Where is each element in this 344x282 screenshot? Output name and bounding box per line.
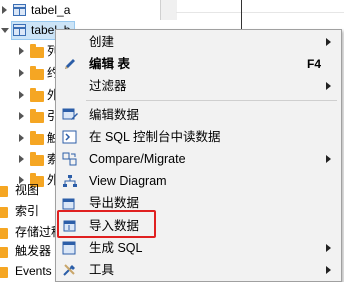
context-menu: 创建 编辑 表 F4 过滤器 编辑数据 在 SQL 控制台中读数据 Compar… <box>55 29 342 282</box>
menu-item-label: 过滤器 <box>89 79 127 93</box>
compare-icon <box>62 152 77 166</box>
generate-sql-icon <box>62 241 76 255</box>
submenu-arrow-icon <box>326 38 331 46</box>
menu-item-label: 创建 <box>89 35 115 49</box>
tree-item-procedures[interactable]: 存储过程 <box>0 222 55 242</box>
menu-item-label: Compare/Migrate <box>89 152 186 166</box>
menu-item-label: 生成 SQL <box>89 241 143 255</box>
tree-item-indexes[interactable]: 索 <box>0 149 59 169</box>
menu-item-tools[interactable]: 工具 <box>56 259 341 281</box>
menu-item-filter[interactable]: 过滤器 <box>56 75 341 97</box>
tree-item-triggers[interactable]: 触 <box>0 128 59 148</box>
folder-icon <box>0 228 8 239</box>
expand-arrow-icon[interactable] <box>19 134 24 142</box>
folder-icon <box>30 88 44 102</box>
collapse-arrow-icon[interactable] <box>1 28 9 33</box>
menu-item-label: 工具 <box>89 263 115 277</box>
table-edit-icon <box>62 108 78 120</box>
shortcut-label: F4 <box>306 57 321 71</box>
tree-item-tabel-a[interactable]: tabel_a <box>0 0 160 20</box>
export-icon <box>62 198 75 210</box>
menu-item-compare-migrate[interactable]: Compare/Migrate <box>56 148 341 170</box>
folder-icon <box>0 267 8 278</box>
folder-icon <box>0 247 8 258</box>
submenu-arrow-icon <box>326 155 331 163</box>
folder-icon <box>30 109 44 123</box>
table-icon <box>13 4 26 16</box>
folder-icon <box>30 152 44 166</box>
tree-scroll-strip <box>160 0 177 20</box>
tree-item-columns[interactable]: 列 <box>0 41 59 61</box>
menu-item-label: View Diagram <box>89 174 167 188</box>
expand-arrow-icon[interactable] <box>19 112 24 120</box>
tree-item-events[interactable]: Events <box>0 261 55 281</box>
tree-item-label: 触发器 <box>15 244 52 258</box>
tree-item-label: 视图 <box>15 183 40 197</box>
folder-icon <box>30 66 44 80</box>
tree-item-views[interactable]: 视图 <box>0 180 55 200</box>
diagram-icon <box>63 175 77 187</box>
tree-item-constraints[interactable]: 约 <box>0 63 59 83</box>
folder-icon <box>0 207 8 218</box>
menu-separator <box>86 100 337 101</box>
tree-item-triggers-folder[interactable]: 触发器 <box>0 241 55 261</box>
folder-icon <box>30 131 44 145</box>
tree-item-label: 存储过程 <box>15 225 55 239</box>
menu-item-generate-sql[interactable]: 生成 SQL <box>56 237 341 259</box>
menu-item-label: 编辑数据 <box>89 108 140 122</box>
menu-item-view-diagram[interactable]: View Diagram <box>56 170 341 192</box>
editor-grid-line <box>176 12 344 13</box>
expand-arrow-icon[interactable] <box>19 155 24 163</box>
annotation-highlight-box <box>57 210 156 238</box>
menu-item-edit-table[interactable]: 编辑 表 F4 <box>56 53 341 75</box>
pencil-icon <box>65 59 75 69</box>
menu-item-edit-data[interactable]: 编辑数据 <box>56 104 341 126</box>
menu-item-label: 编辑 表 <box>89 57 130 71</box>
view-folder-icon <box>0 186 8 197</box>
tree-item-label: tabel_a <box>31 3 71 17</box>
menu-item-read-in-sql-console[interactable]: 在 SQL 控制台中读数据 <box>56 126 341 148</box>
expand-arrow-icon[interactable] <box>19 47 24 55</box>
tree-item-index-folder[interactable]: 索引 <box>0 201 55 221</box>
menu-item-label: 在 SQL 控制台中读数据 <box>89 130 221 144</box>
tree-item-references[interactable]: 引 <box>0 106 59 126</box>
tools-icon <box>63 264 75 276</box>
folder-icon <box>30 44 44 58</box>
submenu-arrow-icon <box>326 266 331 274</box>
expand-arrow-icon[interactable] <box>19 69 24 77</box>
sql-console-icon <box>62 130 77 144</box>
expand-arrow-icon[interactable] <box>2 6 7 14</box>
tree-item-label: 索引 <box>15 204 40 218</box>
expand-arrow-icon[interactable] <box>19 91 24 99</box>
table-icon <box>13 24 26 36</box>
submenu-arrow-icon <box>326 244 331 252</box>
tree-item-foreign-keys[interactable]: 外 <box>0 85 59 105</box>
menu-item-create[interactable]: 创建 <box>56 31 341 53</box>
tree-item-label: Events <box>15 264 52 278</box>
submenu-arrow-icon <box>326 82 331 90</box>
